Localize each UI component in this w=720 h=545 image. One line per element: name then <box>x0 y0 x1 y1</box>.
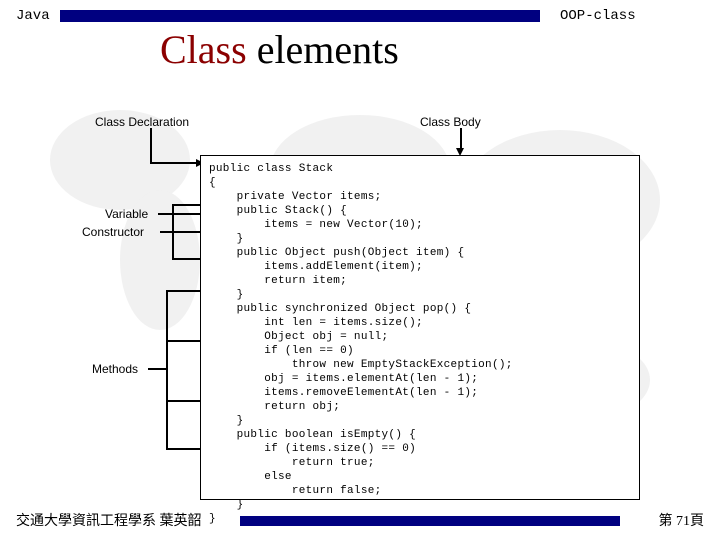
arrow-line <box>160 231 172 233</box>
label-constructor: Constructor <box>82 225 144 239</box>
header-right-label: OOP-class <box>560 8 636 24</box>
header-bar <box>60 10 540 22</box>
footer-bar <box>240 516 620 526</box>
title-word2: elements <box>247 27 399 72</box>
label-methods: Methods <box>92 362 138 376</box>
footer-left: 交通大學資訊工程學系 葉英韶 <box>16 510 202 530</box>
label-class-declaration: Class Declaration <box>95 115 189 129</box>
arrow-line <box>148 368 166 370</box>
label-variable: Variable <box>105 207 148 221</box>
footer-right: 第 71頁 <box>659 510 705 530</box>
page-title: Class elements <box>160 26 399 73</box>
code-block: public class Stack { private Vector item… <box>200 155 640 500</box>
title-word1: Class <box>160 27 247 72</box>
arrow-line <box>166 290 168 450</box>
arrow-line <box>150 128 152 164</box>
arrow-line <box>150 162 198 164</box>
arrow-line <box>460 128 462 150</box>
label-class-body: Class Body <box>420 115 481 129</box>
header-left-label: Java <box>16 8 50 24</box>
